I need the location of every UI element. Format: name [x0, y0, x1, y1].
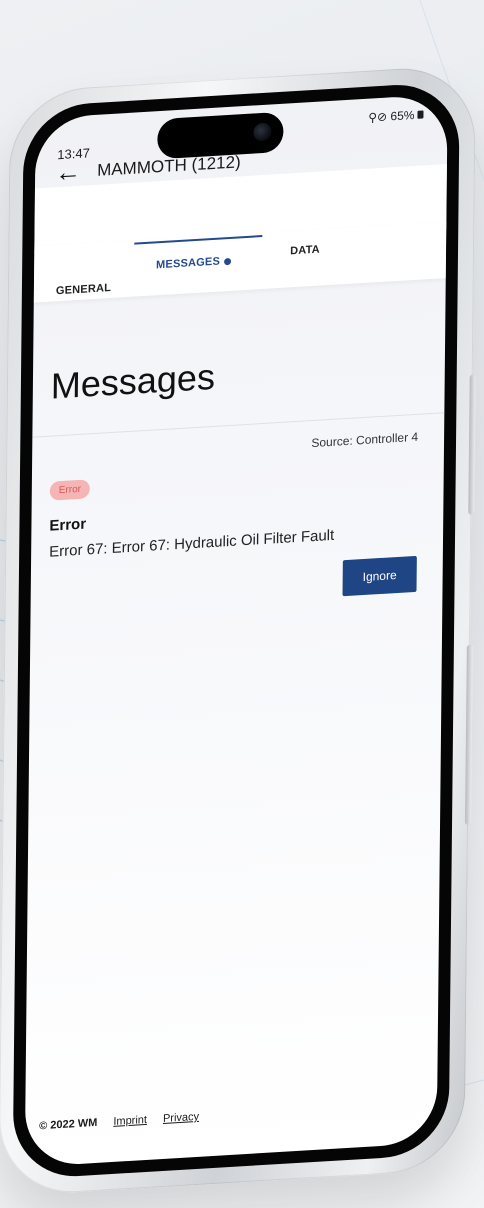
ignore-button[interactable]: Ignore [342, 555, 417, 597]
status-icons-text: ⚲⊘ 65% [368, 107, 415, 125]
battery-icon [417, 110, 424, 119]
page-title: Messages [50, 355, 216, 407]
arrow-left-icon[interactable]: ← [55, 156, 81, 188]
tab-data[interactable]: DATA [290, 244, 320, 258]
imprint-link[interactable]: Imprint [113, 1114, 147, 1128]
message-source: Source: Controller 4 [311, 429, 419, 451]
unread-dot-icon [223, 257, 232, 265]
status-icons: ⚲⊘ 65% [368, 107, 424, 125]
camera-icon [253, 122, 272, 142]
tab-messages-label: MESSAGES [156, 255, 221, 272]
message-text: Error 67: Error 67: Hydraulic Oil Filter… [49, 526, 335, 561]
phone-screen: 13:47 ⚲⊘ 65% ← MAMMOTH (1212) GENERAL ME… [24, 93, 448, 1168]
privacy-link[interactable]: Privacy [163, 1111, 199, 1125]
tab-data-label: DATA [290, 243, 320, 258]
message-title: Error [49, 515, 87, 535]
dynamic-island [157, 111, 284, 160]
tab-general[interactable]: GENERAL [56, 282, 111, 297]
phone-bezel: 13:47 ⚲⊘ 65% ← MAMMOTH (1212) GENERAL ME… [12, 81, 460, 1180]
tab-messages[interactable]: MESSAGES [156, 255, 232, 272]
phone-device: 13:47 ⚲⊘ 65% ← MAMMOTH (1212) GENERAL ME… [0, 64, 476, 1197]
tab-general-label: GENERAL [55, 281, 112, 298]
status-badge: Error [49, 479, 91, 501]
footer: © 2022 WM Imprint Privacy [39, 1111, 199, 1133]
footer-copyright: © 2022 WM [39, 1116, 98, 1133]
